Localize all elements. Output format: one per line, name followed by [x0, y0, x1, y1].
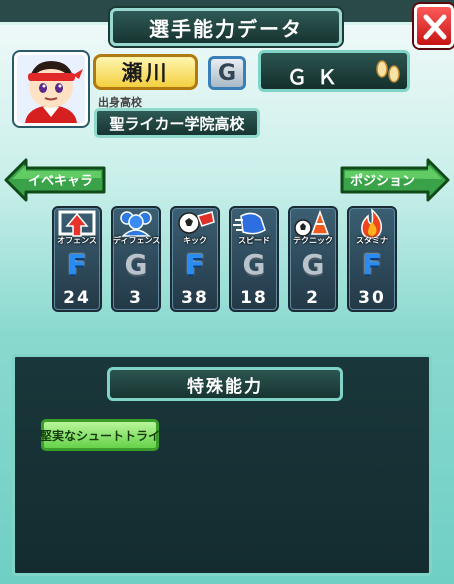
school-name: 聖ライカー学院高校: [94, 108, 260, 138]
player-name: 瀬川: [93, 54, 198, 90]
prev-event-character-button[interactable]: イベキャラ: [4, 158, 106, 202]
close-x-icon: [423, 14, 447, 40]
position-nav-button[interactable]: ポジション: [340, 158, 450, 202]
stat-value: 18: [240, 288, 268, 308]
position-nav-label: ポジション: [350, 174, 416, 189]
player-avatar: [14, 52, 88, 126]
stat-grade: G: [242, 248, 266, 281]
stats-row: オフェンス F 24 ディフェンス G 3 キック F 38 スピード G 18…: [52, 206, 397, 314]
position-box: ＧＫ: [258, 50, 410, 92]
position-label: ＧＫ: [287, 65, 347, 89]
player-data-screen: 選手能力データ 瀬川 G ＧＫ 出身高校 聖ライカー学院高校 イベキャラ ポジシ…: [0, 0, 454, 584]
stat-value: 3: [129, 288, 143, 308]
ability-badge[interactable]: 堅実なシュートトライ: [40, 419, 160, 451]
stat-label: スタミナ: [356, 236, 388, 245]
stat-value: 30: [358, 288, 386, 308]
stat-grade: G: [124, 248, 148, 281]
footprints-icon: [376, 60, 400, 83]
stat-label: キック: [183, 236, 207, 245]
stat-value: 2: [306, 288, 320, 308]
stat-defense: ディフェンス G 3: [111, 206, 161, 312]
stat-label: ディフェンス: [113, 236, 161, 245]
stat-offense: オフェンス F 24: [52, 206, 102, 312]
stat-kick: キック F 38: [170, 206, 220, 312]
special-abilities-title: 特殊能力: [107, 367, 343, 401]
stat-grade: F: [185, 248, 205, 281]
player-face-icon: [17, 55, 85, 123]
stat-grade: F: [362, 248, 382, 281]
stat-grade: F: [67, 248, 87, 281]
stat-stamina: スタミナ F 30: [347, 206, 397, 312]
special-abilities-panel: 特殊能力 堅実なシュートトライ: [12, 354, 432, 576]
close-button[interactable]: [414, 4, 454, 48]
stat-value: 24: [63, 288, 91, 308]
stat-label: テクニック: [293, 236, 333, 245]
stat-label: オフェンス: [57, 236, 97, 245]
stat-speed: スピード G 18: [229, 206, 279, 312]
dialog-title: 選手能力データ: [110, 8, 342, 46]
player-grade-badge: G: [208, 56, 246, 90]
stat-label: スピード: [238, 236, 270, 245]
stat-value: 38: [181, 288, 209, 308]
stat-technique: テクニック G 2: [288, 206, 338, 312]
stat-grade: G: [301, 248, 325, 281]
prev-label: イベキャラ: [28, 174, 94, 189]
